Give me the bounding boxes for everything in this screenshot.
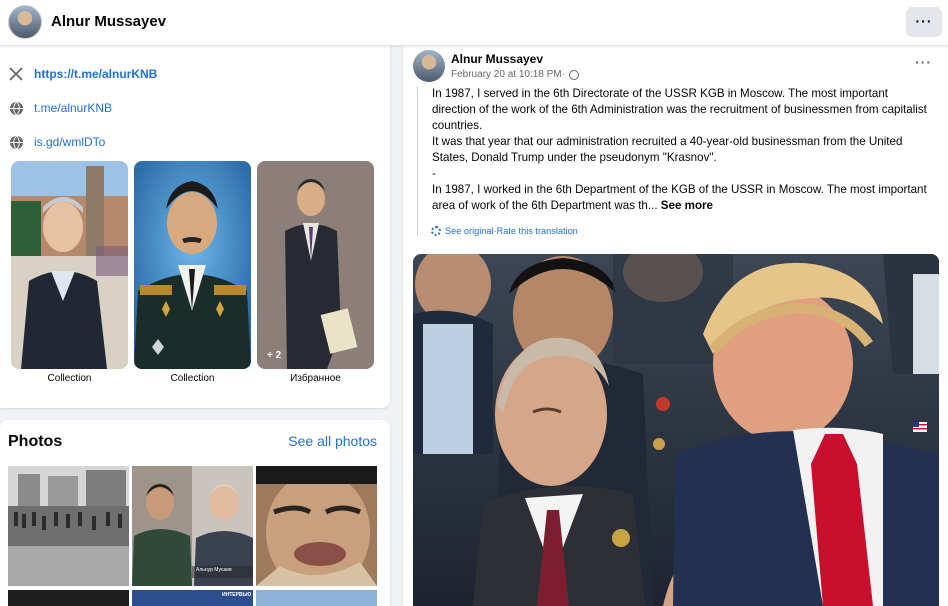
collection-tile-1[interactable] bbox=[11, 161, 128, 369]
photo-thumb-6[interactable] bbox=[256, 590, 377, 606]
photos-title: Photos bbox=[8, 433, 63, 450]
link-isgd[interactable]: is.gd/wmlDTo bbox=[8, 132, 105, 152]
post-meta: February 20 at 10:18 PM · bbox=[451, 69, 579, 80]
post-date[interactable]: February 20 at 10:18 PM bbox=[451, 69, 562, 80]
post-meta-separator: · bbox=[561, 69, 565, 80]
link-text[interactable]: is.gd/wmlDTo bbox=[34, 135, 105, 149]
collection-label-3[interactable]: Избранное bbox=[257, 373, 374, 384]
photo-thumb-5[interactable]: ИНТЕРВЬЮ bbox=[132, 590, 253, 606]
see-original-link[interactable]: See original bbox=[445, 226, 494, 236]
post-paragraph: It was that year that our administration… bbox=[432, 135, 903, 164]
collection-label-1[interactable]: Collection bbox=[11, 373, 128, 384]
collection-tile-3[interactable]: + 2 bbox=[257, 161, 374, 369]
post-author-name[interactable]: Alnur Mussayev bbox=[451, 52, 543, 66]
intro-card: ··· ···· ··· ··· · ··· · https://t.me/al… bbox=[0, 40, 390, 408]
post-paragraph: In 1987, I served in the 6th Directorate… bbox=[432, 87, 927, 132]
collection-tile-2[interactable] bbox=[134, 161, 251, 369]
link-text[interactable]: https://t.me/alnurKNB bbox=[34, 67, 157, 81]
thumb-banner: ИНТЕРВЬЮ bbox=[222, 592, 252, 598]
post-author-avatar[interactable] bbox=[413, 50, 445, 82]
globe-icon bbox=[8, 134, 24, 150]
photo-thumb-1[interactable] bbox=[8, 466, 129, 586]
post-image[interactable] bbox=[413, 254, 939, 606]
profile-name[interactable]: Alnur Mussayev bbox=[51, 13, 166, 30]
link-telegram[interactable]: t.me/alnurKNB bbox=[8, 98, 112, 118]
more-options-button[interactable]: ··· bbox=[906, 7, 942, 37]
extra-count-badge: + 2 bbox=[267, 350, 282, 361]
collection-label-2[interactable]: Collection bbox=[134, 373, 251, 384]
photo-thumb-2[interactable]: Альнур Мусаев bbox=[132, 466, 253, 586]
post-paragraph: - bbox=[432, 167, 436, 180]
link-telegram-x[interactable]: https://t.me/alnurKNB bbox=[8, 64, 157, 84]
photos-card: Photos See all photos Альнур Мусаев ИНТЕ… bbox=[0, 420, 390, 606]
translation-row: See original · Rate this translation bbox=[431, 226, 578, 236]
x-icon bbox=[8, 66, 24, 82]
public-globe-icon bbox=[568, 69, 579, 80]
post-card: Alnur Mussayev February 20 at 10:18 PM ·… bbox=[403, 40, 948, 606]
post-text: In 1987, I served in the 6th Directorate… bbox=[417, 86, 929, 236]
see-all-photos-link[interactable]: See all photos bbox=[288, 433, 377, 449]
post-paragraph: In 1987, I worked in the 6th Department … bbox=[432, 182, 929, 214]
profile-avatar[interactable] bbox=[8, 5, 42, 39]
link-text[interactable]: t.me/alnurKNB bbox=[34, 101, 112, 115]
thumb-caption: Альнур Мусаев bbox=[196, 567, 232, 573]
gear-icon bbox=[431, 226, 441, 236]
rate-translation-link[interactable]: Rate this translation bbox=[497, 226, 578, 236]
photo-thumb-3[interactable] bbox=[256, 466, 377, 586]
globe-icon bbox=[8, 100, 24, 116]
photo-thumb-4[interactable] bbox=[8, 590, 129, 606]
see-more-link[interactable]: See more bbox=[661, 199, 713, 212]
profile-top-bar: Alnur Mussayev ··· bbox=[0, 0, 948, 46]
post-more-options-button[interactable]: ··· bbox=[915, 54, 932, 70]
